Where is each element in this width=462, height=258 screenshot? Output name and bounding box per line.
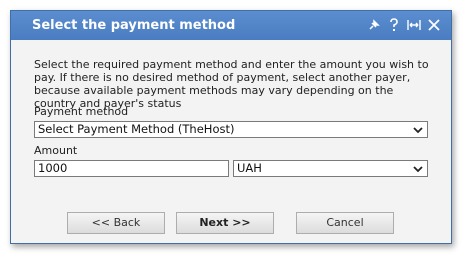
back-button[interactable]: << Back [67,212,165,234]
payment-method-dialog: Select the payment method Select the req… [10,10,452,244]
titlebar-icons [367,16,441,34]
currency-select[interactable]: UAH [233,160,428,177]
payment-method-value: Select Payment Method (TheHost) [38,122,235,136]
help-icon[interactable] [387,17,401,33]
dialog-title: Select the payment method [32,18,236,33]
next-button[interactable]: Next >> [176,212,274,234]
instructions-text: Select the required payment method and e… [34,58,429,110]
chevron-down-icon [413,166,423,173]
currency-value: UAH [237,161,262,175]
amount-field[interactable]: 1000 [34,160,229,177]
dialog-titlebar: Select the payment method [11,11,451,40]
pin-icon[interactable] [367,17,381,33]
cancel-button[interactable]: Cancel [296,212,394,234]
payment-method-select[interactable]: Select Payment Method (TheHost) [34,121,428,138]
resize-icon[interactable] [407,17,421,33]
amount-label: Amount [34,144,78,157]
chevron-down-icon [413,127,423,134]
close-icon[interactable] [427,17,441,33]
payment-method-label: Payment method [34,105,129,118]
